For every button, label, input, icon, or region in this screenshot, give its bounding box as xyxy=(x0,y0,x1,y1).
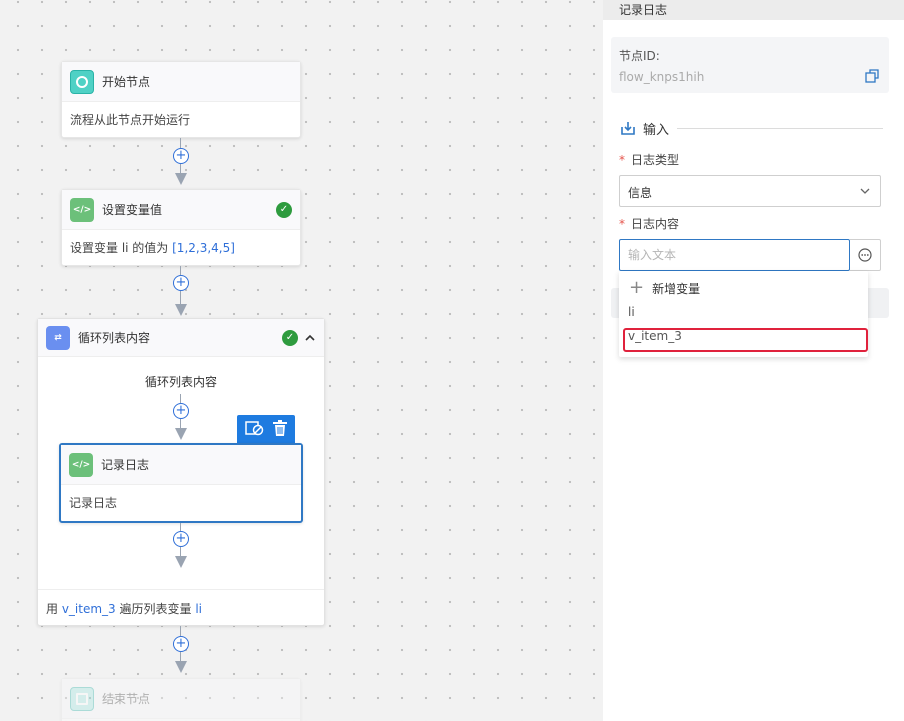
loop-node-title: 循环列表内容 xyxy=(78,331,151,345)
add-node-plus-icon[interactable]: + xyxy=(173,403,189,419)
log-type-label-text: 日志类型 xyxy=(631,153,680,167)
log-node-description: 记录日志 xyxy=(69,496,118,510)
log-node[interactable]: </> 记录日志 记录日志 xyxy=(59,443,303,523)
start-node-description: 流程从此节点开始运行 xyxy=(70,113,191,127)
start-node-header: 开始节点 xyxy=(62,62,300,102)
log-node-title: 记录日志 xyxy=(101,458,150,472)
add-node-plus-icon[interactable]: + xyxy=(173,275,189,291)
end-square-icon xyxy=(70,686,94,711)
set-variable-header: </> 设置变量值 ✓ xyxy=(62,190,300,230)
loop-footer-middle: 遍历列表变量 xyxy=(115,602,196,616)
dropdown-item-li[interactable]: li xyxy=(628,305,635,319)
success-check-icon: ✓ xyxy=(276,201,292,218)
arrow-down-icon xyxy=(175,661,187,673)
log-content-label-text: 日志内容 xyxy=(631,217,680,231)
set-variable-node[interactable]: </> 设置变量值 ✓ 设置变量 li 的值为 [1,2,3,4,5] xyxy=(61,189,301,266)
delete-trash-icon[interactable] xyxy=(273,419,287,439)
input-section-title: 输入 xyxy=(643,122,670,138)
add-node-plus-icon[interactable]: + xyxy=(173,148,189,164)
loop-footer: 用 v_item_3 遍历列表变量 li xyxy=(38,589,324,625)
loop-icon: ⇄ xyxy=(46,325,70,350)
node-toolbar xyxy=(237,415,295,443)
arrow-down-icon xyxy=(175,556,187,568)
set-variable-text: 设置变量 li 的值为 xyxy=(70,241,173,255)
properties-panel: 记录日志 节点ID: flow_knps1hih 输入 * 日志类型 信息 * 日志… xyxy=(603,0,904,721)
loop-inner-label: 循环列表内容 xyxy=(144,375,217,389)
loop-node-header: ⇄ 循环列表内容 ✓ xyxy=(38,319,324,357)
success-check-icon: ✓ xyxy=(282,329,298,346)
arrow-down-icon xyxy=(175,304,187,316)
loop-footer-prefix: 用 xyxy=(46,602,62,616)
add-variable-label: 新增变量 xyxy=(652,281,701,296)
input-download-icon xyxy=(621,121,635,135)
log-type-value: 信息 xyxy=(628,186,653,200)
set-variable-title: 设置变量值 xyxy=(102,203,163,217)
add-variable-option[interactable]: + 新增变量 xyxy=(629,279,700,297)
start-circle-icon xyxy=(70,69,94,94)
connector-end: + xyxy=(173,626,189,676)
code-icon: </> xyxy=(69,452,93,477)
variable-dropdown: + 新增变量 li v_item_3 xyxy=(619,271,868,357)
connector-loop-top: + xyxy=(173,394,189,444)
end-node-header: 结束节点 xyxy=(62,679,300,719)
add-node-plus-icon[interactable]: + xyxy=(173,636,189,652)
end-node-title: 结束节点 xyxy=(102,692,151,706)
arrow-down-icon xyxy=(175,173,187,185)
set-variable-value: [1,2,3,4,5] xyxy=(172,241,235,255)
loop-footer-list: li xyxy=(195,602,202,616)
panel-title: 记录日志 xyxy=(603,0,904,20)
input-section-header: 输入 xyxy=(621,118,883,138)
log-type-label: * 日志类型 xyxy=(619,151,679,168)
ellipsis-circle-icon xyxy=(858,248,872,262)
highlight-box xyxy=(623,328,868,352)
node-id-label: 节点ID: xyxy=(619,49,660,63)
log-type-select[interactable]: 信息 xyxy=(619,175,881,207)
set-variable-description: 设置变量 li 的值为 [1,2,3,4,5] xyxy=(62,230,300,266)
chevron-down-icon xyxy=(860,185,870,195)
flow-canvas[interactable]: 开始节点 流程从此节点开始运行 + </> 设置变量值 ✓ 设置变量 li 的值… xyxy=(0,0,603,721)
section-divider xyxy=(677,127,883,129)
add-node-plus-icon[interactable]: + xyxy=(173,531,189,547)
required-asterisk: * xyxy=(619,153,625,167)
plus-icon: + xyxy=(629,277,645,298)
start-node[interactable]: 开始节点 流程从此节点开始运行 xyxy=(61,61,301,138)
start-node-title: 开始节点 xyxy=(102,75,151,89)
connector-loop-bottom: + xyxy=(173,523,189,573)
required-asterisk: * xyxy=(619,217,625,231)
node-id-box: 节点ID: flow_knps1hih xyxy=(611,37,889,93)
more-options-button[interactable] xyxy=(850,239,881,271)
log-node-header: </> 记录日志 xyxy=(61,445,301,485)
log-content-label: * 日志内容 xyxy=(619,215,679,232)
code-icon: </> xyxy=(70,197,94,222)
arrow-down-icon xyxy=(175,428,187,440)
connector-2: + xyxy=(173,266,189,318)
chevron-up-icon[interactable] xyxy=(304,332,316,344)
end-node[interactable]: 结束节点 xyxy=(61,678,301,721)
log-content-input[interactable] xyxy=(619,239,850,271)
connector-1: + xyxy=(173,138,189,188)
copy-icon[interactable] xyxy=(865,69,879,83)
node-id-value: flow_knps1hih xyxy=(619,70,705,84)
loop-footer-var: v_item_3 xyxy=(61,602,116,616)
disable-node-icon[interactable] xyxy=(245,420,265,439)
